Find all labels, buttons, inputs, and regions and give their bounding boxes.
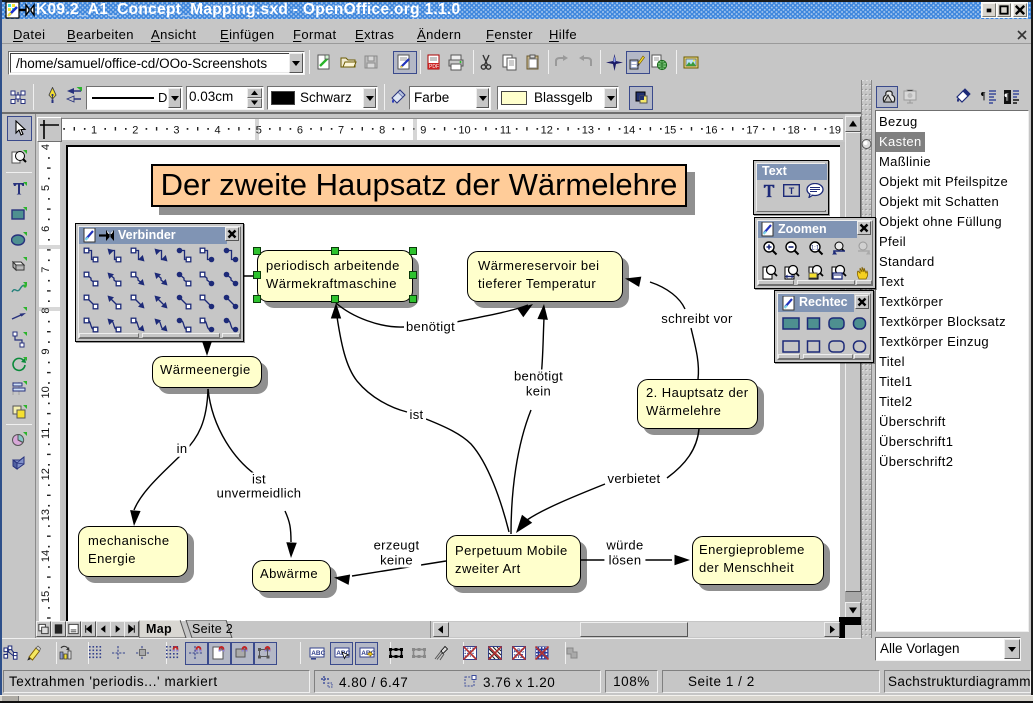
svg-text:12: 12 (40, 468, 52, 480)
svg-text:14: 14 (623, 125, 635, 137)
svg-text:5: 5 (256, 125, 262, 137)
svg-text:13: 13 (582, 125, 594, 137)
svg-text:11: 11 (40, 428, 52, 439)
svg-text:9: 9 (420, 125, 426, 137)
svg-text:1:1: 1:1 (811, 245, 820, 251)
svg-text:15: 15 (40, 591, 52, 603)
svg-text:17: 17 (746, 125, 758, 137)
svg-text:13: 13 (40, 509, 52, 521)
svg-text:6: 6 (297, 125, 303, 137)
svg-text:12: 12 (541, 125, 553, 137)
svg-text:15: 15 (664, 125, 676, 137)
svg-text:8: 8 (40, 308, 52, 314)
svg-text:10: 10 (40, 386, 52, 398)
svg-text:19: 19 (829, 125, 841, 137)
svg-text:4: 4 (215, 125, 221, 137)
svg-text:14: 14 (40, 550, 52, 562)
svg-text:11: 11 (500, 125, 511, 137)
svg-text:6: 6 (40, 226, 52, 232)
svg-text:7: 7 (338, 125, 344, 137)
svg-text:18: 18 (788, 125, 800, 137)
svg-text:2: 2 (132, 125, 138, 137)
svg-text:¶: ¶ (1005, 92, 1009, 102)
svg-text:¶: ¶ (981, 91, 986, 102)
svg-text:PDF: PDF (429, 64, 439, 70)
svg-text:9: 9 (40, 348, 52, 354)
svg-text:1: 1 (91, 125, 97, 137)
svg-text:10: 10 (458, 125, 470, 137)
svg-text:ABC: ABC (311, 650, 325, 657)
svg-text:4: 4 (40, 144, 52, 150)
svg-text:16: 16 (705, 125, 717, 137)
svg-text:7: 7 (40, 267, 52, 273)
svg-text:8: 8 (379, 125, 385, 137)
svg-text:3: 3 (173, 125, 179, 137)
svg-text:5: 5 (40, 185, 52, 191)
svg-text:T: T (789, 186, 795, 196)
